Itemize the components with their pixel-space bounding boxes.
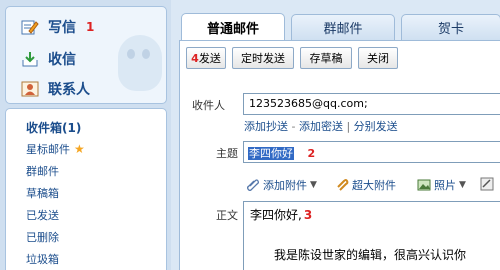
link-separator: - bbox=[291, 120, 299, 133]
add-cc-link[interactable]: 添加抄送 bbox=[244, 120, 288, 133]
star-icon: ★ bbox=[74, 142, 85, 156]
big-attachment-label: 超大附件 bbox=[352, 179, 396, 192]
inbox-label: 收信 bbox=[48, 52, 76, 68]
big-attachment-button[interactable]: 超大附件 bbox=[335, 177, 396, 193]
body-greeting: 李四你好, 3 bbox=[250, 206, 312, 223]
body-text: 我是陈设世家的编辑，很高兴认识你 bbox=[274, 248, 467, 262]
compose-label: 写信 bbox=[48, 20, 76, 36]
quick-actions-panel: 写信 1 收信 联系人 bbox=[5, 6, 167, 104]
inbox-link[interactable]: 收信 bbox=[21, 49, 76, 69]
add-bcc-link[interactable]: 添加密送 bbox=[299, 120, 343, 133]
save-draft-button[interactable]: 存草稿 bbox=[300, 47, 352, 69]
subject-label: 主题 bbox=[216, 147, 238, 160]
folder-sent[interactable]: 已发送 bbox=[26, 207, 59, 223]
paperclip-icon bbox=[246, 178, 260, 192]
folder-drafts[interactable]: 草稿箱 bbox=[26, 185, 59, 201]
left-sidebar: 写信 1 收信 联系人 收件箱(1) 星标邮件 ★ 群邮件 草稿箱 已发送 已删… bbox=[0, 0, 171, 270]
more-tool-button[interactable] bbox=[480, 177, 497, 191]
compose-form: 4 发送 定时发送 存草稿 关闭 收件人 123523685@qq.com; 添加… bbox=[179, 40, 500, 270]
folder-starred-label: 星标邮件 bbox=[26, 143, 70, 156]
scheduled-send-button[interactable]: 定时发送 bbox=[232, 47, 294, 69]
compose-step-number: 1 bbox=[86, 20, 95, 34]
folder-starred[interactable]: 星标邮件 ★ bbox=[26, 141, 85, 157]
inbox-folder-title[interactable]: 收件箱(1) bbox=[26, 119, 81, 136]
to-field[interactable]: 123523685@qq.com; bbox=[243, 93, 500, 115]
folder-spam[interactable]: 垃圾箱 bbox=[26, 251, 59, 267]
close-button[interactable]: 关闭 bbox=[358, 47, 398, 69]
folder-deleted[interactable]: 已删除 bbox=[26, 229, 59, 245]
add-attachment-label: 添加附件 bbox=[263, 179, 307, 192]
tab-normal-mail[interactable]: 普通邮件 bbox=[181, 13, 285, 41]
big-paperclip-icon bbox=[335, 178, 349, 192]
subject-field[interactable]: 李四你好 2 bbox=[243, 141, 500, 163]
send-button[interactable]: 4 发送 bbox=[186, 47, 226, 69]
chevron-down-icon[interactable]: ▼ bbox=[310, 180, 317, 190]
subject-text: 李四你好 bbox=[248, 147, 294, 160]
photo-label: 照片 bbox=[434, 179, 456, 192]
to-label: 收件人 bbox=[192, 99, 225, 112]
body-editor[interactable]: 李四你好, 3 我是陈设世家的编辑，很高兴认识你 bbox=[243, 201, 500, 270]
body-greeting-text: 李四你好, bbox=[250, 208, 302, 222]
subject-step-number: 2 bbox=[307, 147, 316, 160]
separate-send-link[interactable]: 分别发送 bbox=[354, 120, 398, 133]
contacts-link[interactable]: 联系人 bbox=[21, 79, 90, 99]
doodle-icon bbox=[480, 177, 494, 191]
add-attachment-button[interactable]: 添加附件 ▼ bbox=[246, 177, 317, 193]
recipient-links: 添加抄送 - 添加密送 | 分别发送 bbox=[244, 118, 398, 134]
compose-area: 普通邮件 群邮件 贺卡 4 发送 定时发送 存草稿 关闭 收件人 12352368… bbox=[171, 0, 500, 270]
pencil-note-icon bbox=[21, 18, 39, 36]
receive-tray-icon bbox=[21, 50, 39, 68]
compose-link[interactable]: 写信 1 bbox=[21, 17, 94, 37]
tab-greeting-card[interactable]: 贺卡 bbox=[401, 14, 500, 40]
body-label: 正文 bbox=[216, 209, 238, 222]
send-step-number: 4 bbox=[191, 51, 199, 65]
send-label: 发送 bbox=[198, 52, 221, 65]
folder-group[interactable]: 群邮件 bbox=[26, 163, 59, 179]
photo-icon bbox=[417, 178, 431, 192]
chevron-down-icon[interactable]: ▼ bbox=[459, 180, 466, 190]
contact-card-icon bbox=[21, 80, 39, 98]
photo-button[interactable]: 照片 ▼ bbox=[417, 177, 466, 193]
contacts-label: 联系人 bbox=[48, 82, 90, 98]
link-separator: | bbox=[346, 120, 354, 133]
body-step-number: 3 bbox=[303, 208, 313, 222]
folders-panel: 收件箱(1) 星标邮件 ★ 群邮件 草稿箱 已发送 已删除 垃圾箱 bbox=[5, 108, 167, 270]
penguin-watermark-icon bbox=[118, 35, 162, 91]
tab-group-mail[interactable]: 群邮件 bbox=[291, 14, 395, 40]
